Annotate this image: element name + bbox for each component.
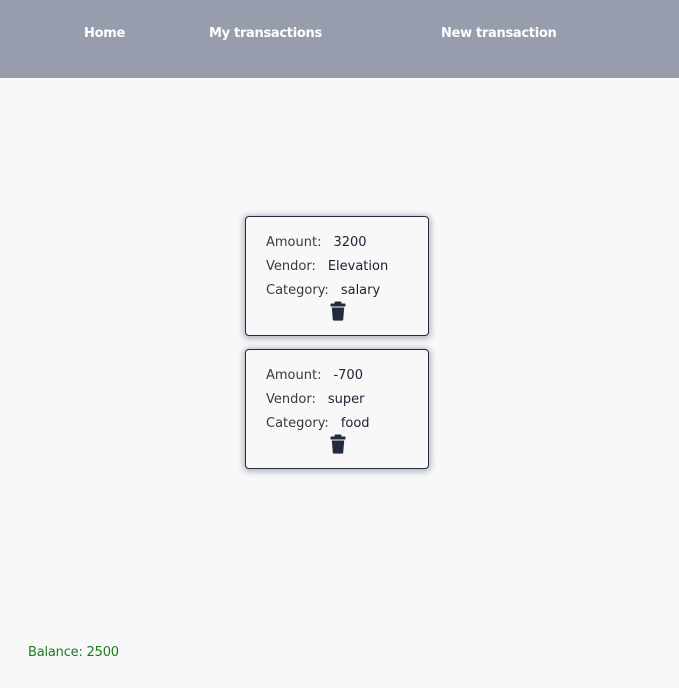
- vendor-row: Vendor: super: [266, 392, 364, 407]
- vendor-value: super: [327, 392, 365, 407]
- transaction-card: Amount: -700 Vendor: super Category: food: [245, 349, 429, 469]
- transaction-card: Amount: 3200 Vendor: Elevation Category: sa…: [245, 216, 429, 336]
- category-row: Category: salary: [266, 283, 380, 298]
- category-value: food: [340, 416, 370, 431]
- vendor-label: Vendor:: [266, 392, 316, 407]
- trash-icon[interactable]: [330, 434, 346, 454]
- nav-link-my-transactions[interactable]: My transactions: [209, 26, 322, 41]
- amount-label: Amount:: [266, 368, 322, 383]
- amount-value: 3200: [333, 235, 367, 250]
- vendor-value: Elevation: [327, 259, 389, 274]
- nav-link-home[interactable]: Home: [84, 26, 125, 41]
- vendor-label: Vendor:: [266, 259, 316, 274]
- balance-text: Balance: 2500: [28, 645, 119, 660]
- category-row: Category: food: [266, 416, 370, 431]
- category-label: Category:: [266, 416, 329, 431]
- vendor-row: Vendor: Elevation: [266, 259, 388, 274]
- amount-row: Amount: -700: [266, 368, 363, 383]
- trash-icon[interactable]: [330, 301, 346, 321]
- amount-row: Amount: 3200: [266, 235, 367, 250]
- nav-link-new-transaction[interactable]: New transaction: [441, 26, 557, 41]
- amount-value: -700: [333, 368, 363, 383]
- category-value: salary: [340, 283, 381, 298]
- amount-label: Amount:: [266, 235, 322, 250]
- navbar: Home My transactions New transaction: [0, 0, 679, 78]
- category-label: Category:: [266, 283, 329, 298]
